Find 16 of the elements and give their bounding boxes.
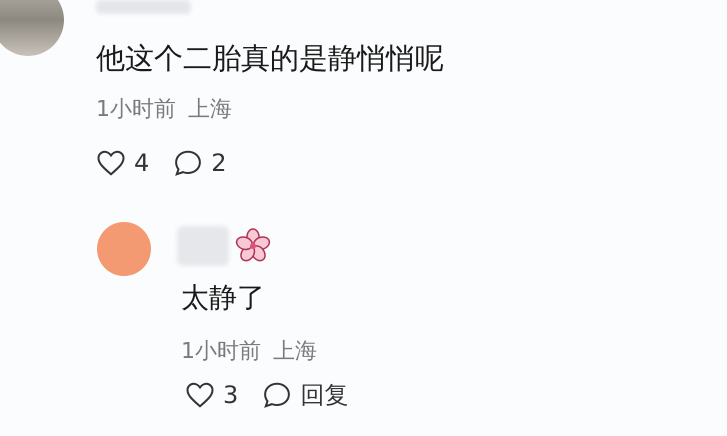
comment-button[interactable]: 2 bbox=[173, 148, 227, 178]
flower-icon bbox=[235, 228, 271, 264]
avatar bbox=[97, 222, 151, 276]
heart-icon bbox=[185, 380, 215, 410]
heart-icon bbox=[96, 148, 126, 178]
comment-location: 上海 bbox=[273, 338, 317, 366]
comment-text: 他这个二胎真的是静悄悄呢 bbox=[96, 40, 444, 76]
comment-time: 1小时前 bbox=[181, 338, 261, 366]
comment-icon bbox=[173, 148, 204, 178]
comment-button[interactable]: 回复 bbox=[262, 380, 348, 410]
like-button[interactable]: 4 bbox=[96, 148, 150, 178]
reply-text: 太静了 bbox=[181, 280, 266, 316]
like-button[interactable]: 3 bbox=[185, 380, 238, 410]
comment-location: 上海 bbox=[188, 96, 232, 124]
comment-icon bbox=[262, 380, 292, 410]
comment-time: 1小时前 bbox=[96, 96, 176, 124]
